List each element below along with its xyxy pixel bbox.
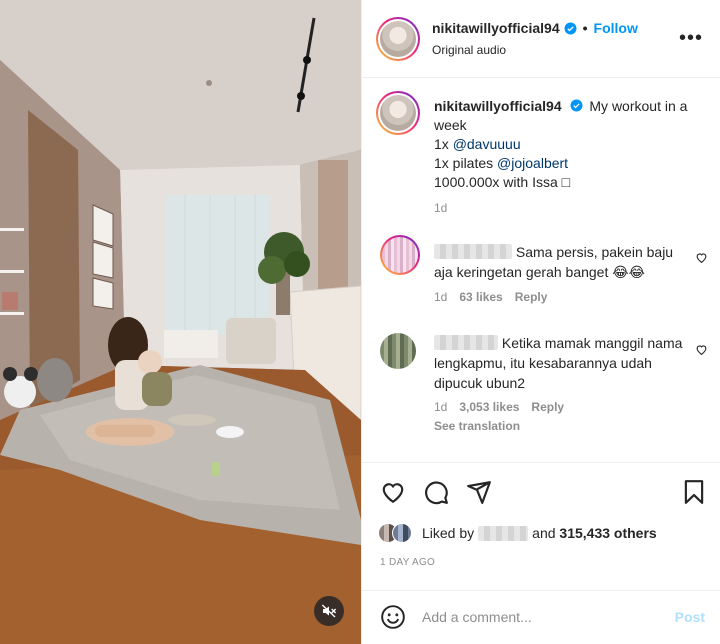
heart-icon[interactable]: [695, 251, 708, 264]
comment-timestamp[interactable]: 1d: [434, 400, 447, 414]
heart-icon[interactable]: [695, 343, 708, 356]
bookmark-icon[interactable]: [681, 479, 707, 505]
post-comment-button[interactable]: Post: [675, 609, 705, 625]
heart-icon[interactable]: [380, 479, 406, 505]
post-side-panel: nikitawillyofficial94 • Follow Original …: [361, 0, 720, 644]
commenter-username-redacted[interactable]: [434, 244, 512, 259]
author-avatar[interactable]: [376, 17, 420, 61]
commenter-username-redacted[interactable]: [434, 335, 498, 350]
verified-badge-icon: [570, 99, 582, 112]
comment-text: Sama persis, pakein baju aja keringetan …: [434, 244, 674, 280]
comment-meta: 1d 63 likes Reply: [434, 290, 547, 304]
comment-meta: 1d 3,053 likes Reply: [434, 400, 564, 414]
comment-likes[interactable]: 3,053 likes: [459, 400, 519, 414]
header-separator: •: [582, 20, 588, 36]
comment-timestamp[interactable]: 1d: [434, 290, 447, 304]
author-username-row: nikitawillyofficial94 • Follow: [432, 20, 638, 36]
mute-icon: [321, 604, 337, 618]
caption-timestamp[interactable]: 1d: [434, 201, 447, 215]
comment-likes[interactable]: 63 likes: [459, 290, 502, 304]
likes-connector: and: [532, 525, 556, 541]
liker-username-redacted[interactable]: [478, 525, 529, 541]
reply-button[interactable]: Reply: [515, 290, 548, 304]
comments-section: nikitawillyofficial94 My workout in a we…: [362, 79, 720, 461]
verified-badge-icon: [564, 22, 577, 34]
mention-link[interactable]: @davuuuu: [453, 136, 521, 152]
post-media-video[interactable]: [0, 0, 361, 644]
follow-button[interactable]: Follow: [594, 20, 638, 36]
post-date[interactable]: 1 DAY AGO: [380, 557, 435, 568]
commenter-avatar[interactable]: [380, 333, 416, 369]
caption-author-avatar[interactable]: [376, 91, 420, 135]
caption-username[interactable]: nikitawillyofficial94: [434, 98, 562, 114]
original-audio-link[interactable]: Original audio: [432, 43, 506, 57]
add-comment-bar: Post: [362, 590, 720, 644]
liked-by-label: Liked by: [422, 525, 475, 541]
video-frame-illustration: [0, 0, 361, 644]
post-caption: nikitawillyofficial94 My workout in a we…: [434, 98, 688, 190]
share-icon[interactable]: [466, 479, 492, 505]
mute-button[interactable]: [314, 596, 344, 626]
commenter-avatar[interactable]: [380, 235, 420, 275]
likes-summary: Liked by and 315,433 others: [378, 523, 657, 543]
post-header: nikitawillyofficial94 • Follow Original …: [362, 0, 720, 78]
liker-avatar[interactable]: [392, 523, 412, 543]
emoji-icon[interactable]: [380, 604, 406, 630]
mention-link[interactable]: @jojoalbert: [497, 155, 568, 171]
more-options-icon[interactable]: •••: [679, 28, 703, 48]
reply-button[interactable]: Reply: [531, 400, 564, 414]
author-username[interactable]: nikitawillyofficial94: [432, 20, 560, 36]
see-translation-button[interactable]: See translation: [434, 419, 520, 433]
comment-icon[interactable]: [423, 479, 449, 505]
comment-input[interactable]: [422, 607, 652, 627]
comment-text: Ketika mamak manggil nama lengkapmu, itu…: [434, 335, 683, 391]
likes-count-link[interactable]: 315,433 others: [559, 525, 656, 541]
post-actions: Liked by and 315,433 others 1 DAY AGO: [362, 462, 720, 582]
